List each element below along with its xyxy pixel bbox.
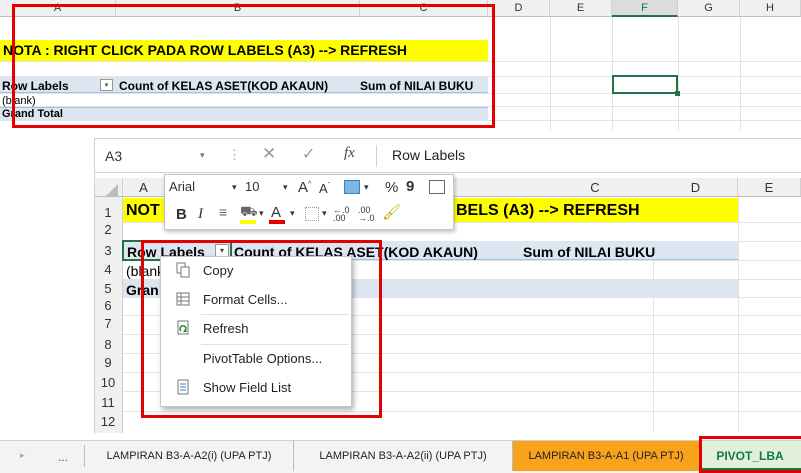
- decrease-decimal-icon[interactable]: .00 →.0: [358, 206, 375, 223]
- row-number[interactable]: 3: [96, 243, 120, 258]
- accounting-format-icon[interactable]: [344, 180, 360, 194]
- row-number[interactable]: 11: [96, 395, 120, 410]
- column-header-f[interactable]: F: [612, 0, 678, 17]
- pivottable-options-label: PivotTable Options...: [203, 351, 323, 366]
- inner-nota-right: BELS (A3) --> REFRESH: [456, 202, 640, 219]
- select-all-triangle: [106, 184, 118, 196]
- format-painter-icon[interactable]: 🖌: [382, 203, 401, 221]
- font-name-dropdown-icon[interactable]: ▾: [232, 182, 237, 193]
- row-number[interactable]: 7: [96, 316, 120, 331]
- italic-icon[interactable]: I: [198, 206, 203, 223]
- show-field-list-label: Show Field List: [203, 380, 292, 395]
- row-number[interactable]: 6: [96, 298, 120, 313]
- scroll-left-icon[interactable]: ▸: [20, 450, 25, 461]
- column-header-b[interactable]: B: [116, 0, 360, 17]
- sheet-tab-lampiran-a2ii[interactable]: LAMPIRAN B3-A-A2(ii) (UPA PTJ): [294, 441, 513, 471]
- font-color-icon[interactable]: A: [271, 204, 281, 221]
- enter-icon[interactable]: ✓: [302, 144, 315, 164]
- font-size-dropdown-icon[interactable]: ▾: [283, 182, 288, 193]
- copy-icon: [175, 262, 191, 278]
- align-center-icon[interactable]: ≡: [219, 204, 227, 220]
- row-number[interactable]: 9: [96, 355, 120, 370]
- sheet-tab-lampiran-a1[interactable]: LAMPIRAN B3-A-A1 (UPA PTJ): [513, 441, 699, 471]
- format-cells-label: Format Cells...: [203, 292, 288, 307]
- formula-content[interactable]: Row Labels: [392, 147, 465, 163]
- row-labels-header[interactable]: Row Labels: [2, 79, 69, 93]
- formula-divider: [376, 145, 377, 167]
- selected-cell[interactable]: [612, 75, 678, 94]
- comma-style-icon[interactable]: 9: [406, 178, 414, 195]
- font-size-box[interactable]: 10: [245, 179, 275, 199]
- increase-decimal-icon[interactable]: ←.0.00: [333, 206, 350, 223]
- sheet-tab-lampiran-a2i[interactable]: LAMPIRAN B3-A-A2(i) (UPA PTJ): [85, 441, 294, 471]
- column-header-g[interactable]: G: [678, 0, 740, 17]
- refresh-label: Refresh: [203, 321, 249, 336]
- percent-style-icon[interactable]: %: [385, 179, 398, 196]
- merge-center-icon[interactable]: [429, 180, 445, 194]
- increase-font-icon[interactable]: A^: [298, 179, 311, 196]
- context-menu-refresh[interactable]: Refresh: [161, 315, 351, 344]
- row-number[interactable]: 12: [96, 414, 120, 429]
- field-list-icon: [175, 379, 191, 395]
- insert-function-icon[interactable]: fx: [344, 145, 355, 162]
- row-number[interactable]: 2: [96, 222, 120, 237]
- inner-column-header-d[interactable]: D: [653, 178, 738, 197]
- blank-row-label[interactable]: (blank): [2, 95, 36, 107]
- format-cells-icon: [175, 291, 191, 307]
- context-menu: Copy Format Cells... Refresh PivotTable …: [160, 256, 352, 407]
- column-header-c[interactable]: C: [360, 0, 488, 17]
- grand-total-label[interactable]: Grand Total: [2, 108, 63, 120]
- count-header: Count of KELAS ASET(KOD AKAUN): [119, 79, 329, 93]
- column-header-d[interactable]: D: [488, 0, 550, 17]
- fill-color-swatch: [240, 220, 256, 224]
- font-name-box[interactable]: Arial: [169, 179, 239, 199]
- column-header-h[interactable]: H: [740, 0, 801, 17]
- context-menu-show-field-list[interactable]: Show Field List: [161, 374, 351, 403]
- top-sheet: A B C D E F G H NOTA : RIGHT CLICK PADA …: [0, 0, 801, 130]
- sheet-tab-pivot-lba[interactable]: PIVOT_LBA: [699, 441, 801, 471]
- font-color-dropdown-icon[interactable]: ▾: [290, 208, 295, 219]
- cancel-icon[interactable]: ✕: [262, 144, 276, 164]
- row-number[interactable]: 4: [96, 262, 120, 277]
- column-header-e[interactable]: E: [550, 0, 612, 17]
- inner-column-header-a[interactable]: A: [123, 178, 165, 197]
- grand-total-row: [0, 107, 488, 121]
- accounting-dropdown-icon[interactable]: ▾: [364, 182, 369, 193]
- refresh-icon: [175, 320, 191, 336]
- font-color-swatch: [269, 220, 285, 224]
- name-box-dropdown-icon[interactable]: ▾: [200, 150, 205, 161]
- inner-grand-total-label[interactable]: Gran: [126, 282, 159, 298]
- inner-blank-label[interactable]: (blank: [126, 263, 164, 279]
- column-header-a[interactable]: A: [0, 0, 116, 17]
- borders-icon[interactable]: [305, 207, 319, 221]
- row-number[interactable]: 5: [96, 281, 120, 296]
- row-number[interactable]: 10: [96, 375, 120, 390]
- bold-icon[interactable]: B: [176, 206, 187, 223]
- context-menu-copy[interactable]: Copy: [161, 257, 351, 286]
- filter-dropdown-icon[interactable]: ▾: [100, 79, 113, 91]
- copy-label: Copy: [203, 263, 234, 278]
- more-sheets-button[interactable]: ...: [58, 450, 68, 464]
- decrease-font-icon[interactable]: Aˇ: [319, 181, 330, 196]
- fill-handle[interactable]: [675, 91, 680, 96]
- borders-dropdown-icon[interactable]: ▾: [322, 208, 327, 219]
- fill-color-dropdown-icon[interactable]: ▾: [259, 208, 264, 219]
- name-box[interactable]: A3: [100, 145, 210, 167]
- nota-text: NOTA : RIGHT CLICK PADA ROW LABELS (A3) …: [3, 42, 408, 58]
- inner-sum-header: Sum of NILAI BUKU: [523, 244, 656, 260]
- context-menu-pivottable-options[interactable]: PivotTable Options...: [161, 345, 351, 374]
- more-options-icon: ⋮: [228, 147, 241, 162]
- sum-header: Sum of NILAI BUKU: [360, 79, 474, 93]
- inner-nota-left: NOT: [126, 202, 160, 219]
- inner-column-header-e[interactable]: E: [738, 178, 801, 197]
- row-number[interactable]: 8: [96, 337, 120, 352]
- row-number[interactable]: 1: [96, 205, 120, 220]
- context-menu-format-cells[interactable]: Format Cells...: [161, 286, 351, 315]
